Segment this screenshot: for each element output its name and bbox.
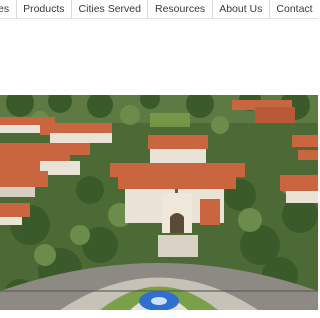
- header-spacer: [0, 19, 318, 95]
- top-navigation: es Products Cities Served Resources Abou…: [0, 0, 318, 19]
- nav-item-resources[interactable]: Resources: [148, 0, 213, 18]
- nav-item-cities-served[interactable]: Cities Served: [72, 0, 149, 18]
- page-bottom-strip: [0, 310, 318, 318]
- nav-item-contact[interactable]: Contact: [270, 0, 318, 18]
- nav-item-about-us[interactable]: About Us: [213, 0, 270, 18]
- nav-item-products[interactable]: Products: [17, 0, 73, 18]
- hero-aerial-image: [0, 95, 318, 310]
- nav-item-services[interactable]: es: [0, 0, 17, 18]
